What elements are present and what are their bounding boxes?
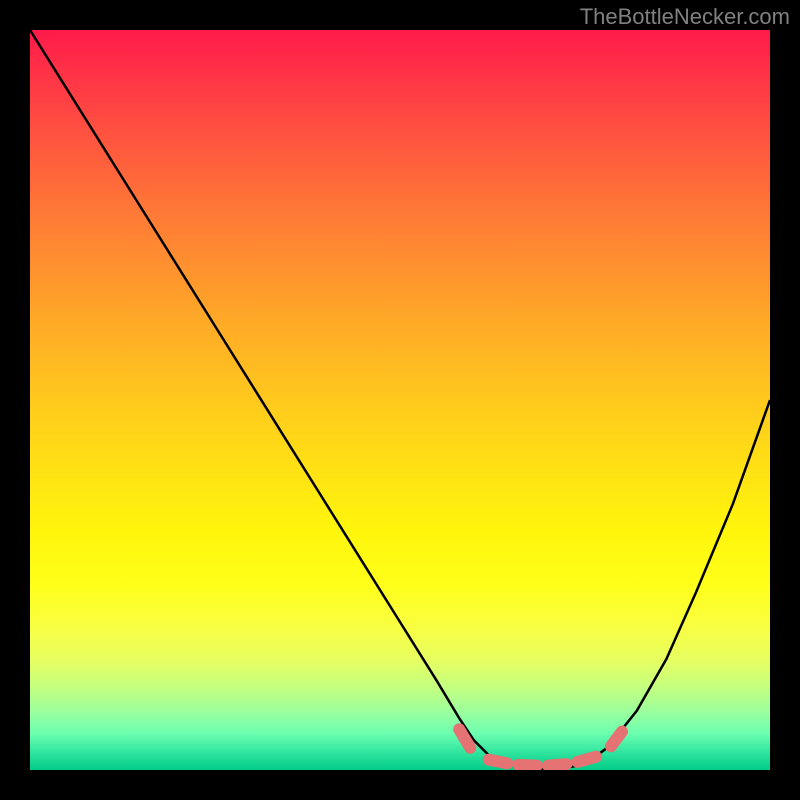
highlight-dash <box>518 765 537 766</box>
watermark-text: TheBottleNecker.com <box>580 4 790 30</box>
highlight-dashes <box>459 729 622 765</box>
highlight-dash <box>611 732 622 747</box>
curve-line <box>30 30 770 769</box>
chart-svg <box>30 30 770 770</box>
highlight-dash <box>489 760 508 764</box>
highlight-dash <box>578 757 597 762</box>
chart-container: TheBottleNecker.com <box>0 0 800 800</box>
highlight-dash <box>548 764 567 765</box>
